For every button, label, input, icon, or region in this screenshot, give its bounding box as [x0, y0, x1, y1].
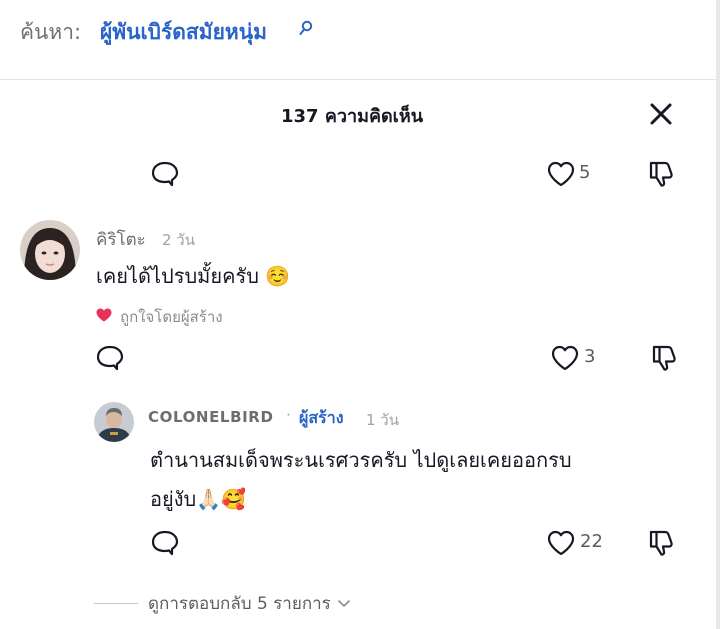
reply-icon[interactable]	[95, 344, 125, 372]
comment-time: 2 วัน	[162, 231, 195, 249]
view-replies-button[interactable]: ดูการตอบกลับ 5 รายการ	[94, 590, 351, 617]
like-count: 5	[579, 162, 591, 183]
creator-badge: ผู้สร้าง	[299, 408, 344, 427]
reply-username[interactable]: COLONELBIRD	[148, 408, 274, 426]
heart-icon[interactable]	[550, 344, 580, 372]
dislike-icon[interactable]	[645, 527, 677, 559]
close-icon[interactable]	[647, 100, 675, 128]
search-query-link[interactable]: ผู้พันเบิร์ดสมัยหนุ่ม	[100, 16, 267, 49]
separator-dot: ·	[286, 406, 291, 424]
view-replies-label: ดูการตอบกลับ 5 รายการ	[148, 594, 331, 614]
heart-filled-icon	[96, 308, 112, 322]
search-icon[interactable]	[298, 20, 314, 36]
reply-icon[interactable]	[150, 529, 180, 557]
reply-text-line1: ตำนานสมเด็จพระนเรศวรครับ ไปดูเลยเคยออกรบ	[150, 448, 572, 472]
dislike-icon[interactable]	[648, 342, 680, 374]
search-label: ค้นหา:	[20, 20, 82, 44]
liked-by-creator: ถูกใจโดยผู้สร้าง	[120, 308, 223, 326]
reply-time: 1 วัน	[366, 411, 399, 429]
reply-icon[interactable]	[150, 160, 180, 188]
search-bar[interactable]: ค้นหา: ผู้พันเบิร์ดสมัยหนุ่ม	[0, 0, 720, 80]
dislike-icon[interactable]	[645, 158, 677, 190]
heart-icon[interactable]	[546, 160, 576, 188]
chevron-down-icon	[337, 599, 350, 607]
comment-text: เคยได้ไปรบมั้ยครับ ☺️	[96, 264, 291, 288]
like-count: 3	[584, 346, 596, 367]
avatar[interactable]	[20, 220, 80, 280]
divider	[94, 603, 138, 604]
heart-icon[interactable]	[546, 529, 576, 557]
scroll-edge	[716, 0, 720, 629]
comments-count-title: 137 ความคิดเห็น	[280, 106, 423, 127]
reply-text-line2: อยู่งับ🙏🏻🥰	[150, 487, 246, 511]
like-count: 22	[580, 531, 603, 552]
avatar[interactable]	[94, 402, 134, 442]
comment-username[interactable]: คิริโตะ	[96, 226, 146, 253]
